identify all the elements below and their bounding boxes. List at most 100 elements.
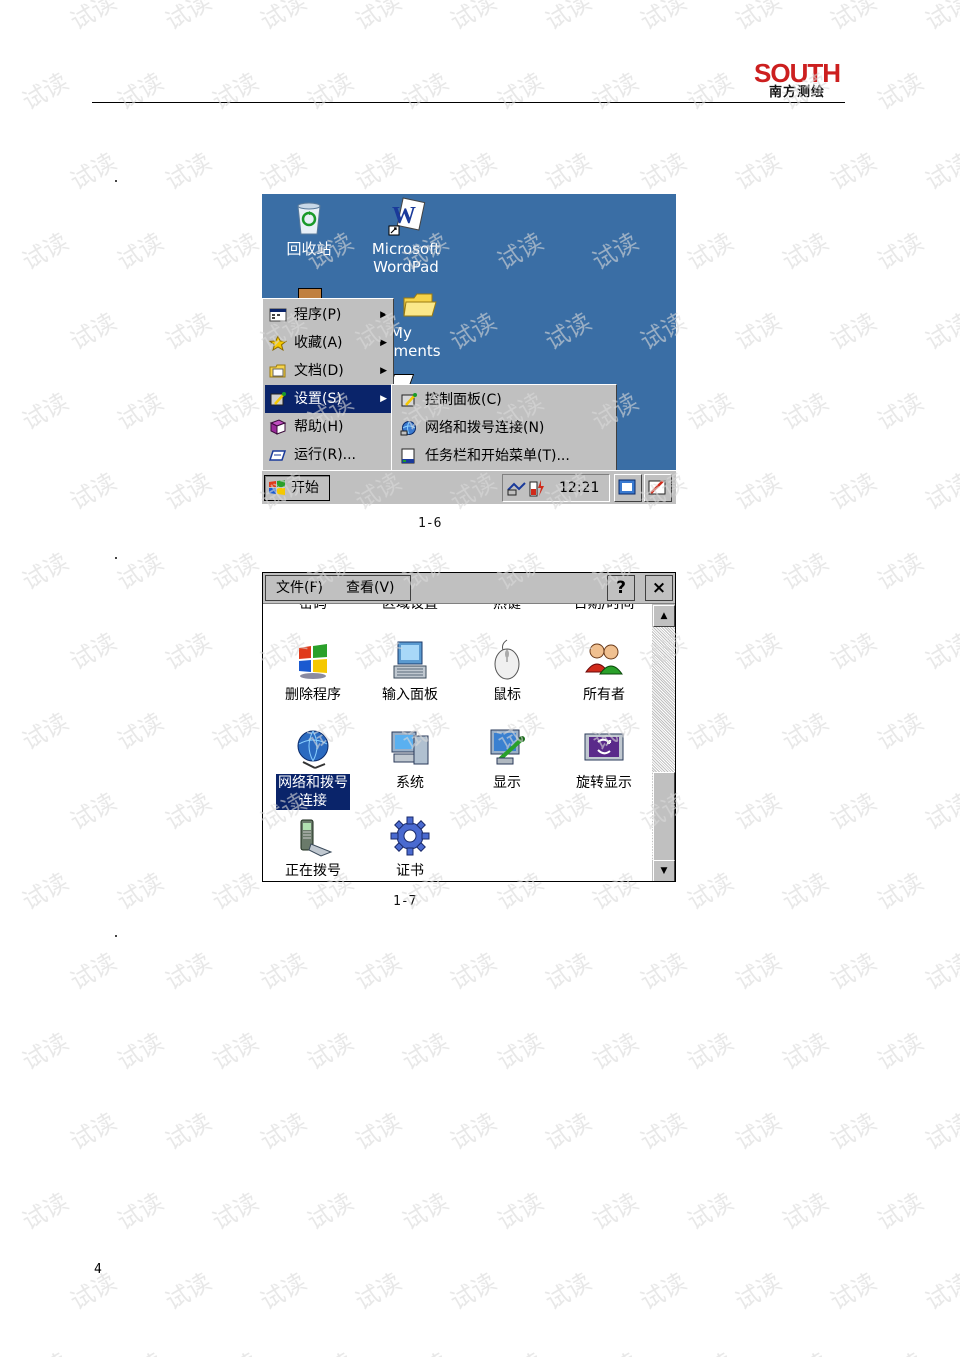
submenu-item-network[interactable]: 网络和拨号连接(N) <box>395 414 613 442</box>
watermark-text: 试读 <box>350 947 407 996</box>
watermark-text: 试读 <box>255 0 312 36</box>
desktop-icon-my-documents[interactable]: My uments <box>384 290 450 360</box>
cp-item-network-connections[interactable]: 网络和拨号 连接 <box>273 726 353 811</box>
help-button[interactable]: ? <box>607 575 635 601</box>
watermark-text: 试读 <box>635 1267 692 1316</box>
scroll-up-button[interactable]: ▲ <box>653 605 675 627</box>
watermark-text: 试读 <box>17 707 74 756</box>
desktop-icon-wordpad[interactable]: W Microsoft WordPad <box>370 196 442 276</box>
watermark-text: 试读 <box>777 227 834 276</box>
watermark-text: 试读 <box>160 0 217 36</box>
watermark-text: 试读 <box>635 1107 692 1156</box>
input-panel-button[interactable] <box>644 474 672 502</box>
watermark-text: 试读 <box>65 1107 122 1156</box>
watermark-text: 试读 <box>825 1107 882 1156</box>
bullet-dot <box>115 935 117 937</box>
cp-item-remove-programs[interactable]: 删除程序 <box>273 638 353 704</box>
cp-item-system[interactable]: 系统 <box>370 726 450 792</box>
watermark-text: 试读 <box>682 1027 739 1076</box>
watermark-text: 试读 <box>540 147 597 196</box>
watermark-text: 试读 <box>397 1027 454 1076</box>
start-menu-item-settings[interactable]: 设置(S) ▶ <box>265 385 391 413</box>
input-panel-icon <box>393 641 427 679</box>
start-menu-item-programs[interactable]: 程序(P) ▶ <box>265 301 391 329</box>
scroll-thumb[interactable] <box>653 772 675 862</box>
logo-subtitle: 南方测绘 <box>768 85 825 100</box>
submenu-item-control-panel[interactable]: 控制面板(C) <box>395 386 613 414</box>
menu-view[interactable]: 查看(V) <box>346 579 395 597</box>
watermark-text: 试读 <box>445 1267 502 1316</box>
watermark-text: 试读 <box>160 1267 217 1316</box>
watermark-text: 试读 <box>160 307 217 356</box>
cp-item-input-panel[interactable]: 输入面板 <box>370 638 450 704</box>
cp-item-label: 显示 <box>493 775 521 791</box>
watermark-text: 试读 <box>207 387 264 436</box>
desktop-icon-recycle-bin[interactable]: 回收站 <box>284 198 334 258</box>
watermark-text: 试读 <box>207 707 264 756</box>
cp-item-label: 鼠标 <box>493 687 521 703</box>
cp-item-dialing[interactable]: 正在拨号 <box>273 814 353 880</box>
watermark-text: 试读 <box>635 147 692 196</box>
close-button[interactable]: × <box>645 575 673 601</box>
watermark-text: 试读 <box>112 387 169 436</box>
watermark-text: 试读 <box>17 867 74 916</box>
watermark-text: 试读 <box>445 147 502 196</box>
start-menu-item-help[interactable]: 帮助(H) <box>265 413 391 441</box>
scroll-down-button[interactable]: ▼ <box>653 860 675 881</box>
cut-off-label-hotkeys: 热键 <box>493 604 521 612</box>
watermark-text: 试读 <box>872 67 929 116</box>
watermark-text: 试读 <box>872 707 929 756</box>
cp-item-rotate-display[interactable]: 旋转显示 <box>564 726 644 792</box>
watermark-text: 试读 <box>112 1027 169 1076</box>
cp-item-label: 旋转显示 <box>576 775 632 791</box>
desktop-icon-label: 回收站 <box>286 240 332 258</box>
submenu-item-taskbar[interactable]: 任务栏和开始菜单(T)... <box>395 442 613 470</box>
watermark-text: 试读 <box>302 1027 359 1076</box>
desktop-switch-button[interactable] <box>614 474 642 502</box>
watermark-text: 试读 <box>635 0 692 36</box>
watermark-text: 试读 <box>14 1342 73 1357</box>
display-icon <box>490 729 525 765</box>
watermark-text: 试读 <box>920 307 960 356</box>
desktop-icon-label-line2: WordPad <box>373 258 439 276</box>
start-button-label: 开始 <box>291 480 319 496</box>
watermark-text: 试读 <box>160 147 217 196</box>
watermark-text: 试读 <box>302 67 359 116</box>
start-button[interactable]: 开始 <box>264 475 330 501</box>
watermark-text: 试读 <box>65 307 122 356</box>
cp-item-display[interactable]: 显示 <box>467 726 547 792</box>
pen-input-icon <box>648 480 666 495</box>
watermark-text: 试读 <box>302 1187 359 1236</box>
watermark-text: 试读 <box>872 867 929 916</box>
watermark-text: 试读 <box>540 1267 597 1316</box>
watermark-text: 试读 <box>350 0 407 36</box>
cp-item-label: 所有者 <box>583 687 625 703</box>
watermark-text: 试读 <box>299 1342 358 1357</box>
mouse-icon <box>494 639 520 680</box>
watermark-text: 试读 <box>920 947 960 996</box>
cp-item-owner[interactable]: 所有者 <box>564 638 644 704</box>
system-icon <box>391 731 429 765</box>
watermark-text: 试读 <box>825 787 882 836</box>
connection-icon <box>507 482 526 496</box>
cp-item-label: 输入面板 <box>382 687 438 703</box>
start-menu-item-favorites[interactable]: 收藏(A) ▶ <box>265 329 391 357</box>
control-panel-icon-grid: 密码 区域设置 热键 日期/时间 删除程序 输入面板 鼠标 所有者 网络和拨号 … <box>263 604 652 881</box>
watermark-text: 试读 <box>204 1342 263 1357</box>
watermark-text: 试读 <box>112 67 169 116</box>
watermark-text: 试读 <box>584 1342 643 1357</box>
cp-item-label: 证书 <box>396 863 424 879</box>
cp-item-certificates[interactable]: 证书 <box>370 814 450 880</box>
watermark-text: 试读 <box>350 1107 407 1156</box>
bullet-dot <box>115 557 117 559</box>
menu-file[interactable]: 文件(F) <box>276 579 323 597</box>
watermark-text: 试读 <box>394 1342 453 1357</box>
watermark-text: 试读 <box>17 1187 74 1236</box>
watermark-text: 试读 <box>207 547 264 596</box>
start-menu-item-run[interactable]: 运行(R)... <box>265 441 391 469</box>
submenu-arrow-icon: ▶ <box>380 338 387 348</box>
cp-item-mouse[interactable]: 鼠标 <box>467 638 547 704</box>
start-menu-item-documents[interactable]: 文档(D) ▶ <box>265 357 391 385</box>
watermark-text: 试读 <box>872 1027 929 1076</box>
vertical-scrollbar[interactable]: ▲ ▼ <box>652 604 675 881</box>
